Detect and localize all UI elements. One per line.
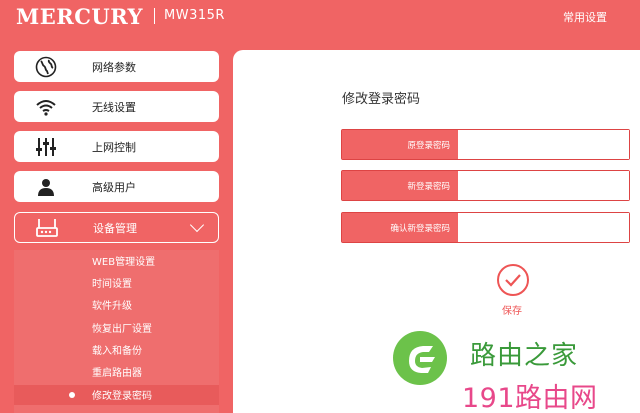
sidebar-item-network[interactable]: 网络参数 [14, 51, 219, 82]
sidebar-item-label: 网络参数 [92, 60, 136, 74]
device-management-submenu: WEB管理设置 时间设置 软件升级 恢复出厂设置 载入和备份 重启路由器 修改登… [14, 250, 219, 413]
sidebar-item-wireless[interactable]: 无线设置 [14, 91, 219, 122]
submenu-item-factory-reset[interactable]: 恢复出厂设置 [92, 320, 152, 335]
page-title: 修改登录密码 [342, 92, 421, 107]
confirm-password-input[interactable] [458, 213, 629, 242]
sidebar-item-advanced-user[interactable]: 高级用户 [14, 171, 219, 202]
wifi-icon [35, 97, 57, 117]
active-dot-icon [69, 392, 75, 398]
new-password-input[interactable] [458, 171, 629, 200]
confirm-password-label: 确认新登录密码 [342, 213, 458, 242]
brand-logo: MERCURY [16, 4, 144, 29]
sliders-icon [35, 137, 57, 157]
watermark-text-secondary: 191路由网 [462, 383, 598, 413]
sidebar-item-label: 无线设置 [92, 100, 136, 114]
save-button[interactable] [497, 264, 529, 296]
watermark-logo-icon [393, 331, 447, 385]
submenu-item-time-settings[interactable]: 时间设置 [92, 275, 132, 290]
sidebar-item-device-management[interactable]: 设备管理 [14, 212, 219, 243]
sidebar-item-access-control[interactable]: 上网控制 [14, 131, 219, 162]
submenu-item-change-password[interactable]: 修改登录密码 [92, 387, 152, 402]
confirm-password-field: 确认新登录密码 [341, 212, 630, 243]
sidebar-item-label: 设备管理 [93, 221, 137, 235]
submenu-item-firmware-upgrade[interactable]: 软件升级 [92, 297, 132, 312]
old-password-label: 原登录密码 [342, 130, 458, 159]
old-password-input[interactable] [458, 130, 629, 159]
globe-icon [35, 56, 57, 77]
common-settings-link[interactable]: 常用设置 [563, 9, 607, 25]
header-divider [154, 8, 155, 24]
checkmark-icon [505, 274, 521, 287]
watermark-text-primary: 路由之家 [470, 341, 579, 371]
user-icon [35, 177, 57, 197]
submenu-item-reboot[interactable]: 重启路由器 [92, 364, 142, 379]
router-icon [36, 218, 58, 238]
submenu-item-web-management[interactable]: WEB管理设置 [92, 253, 155, 268]
sidebar-item-label: 上网控制 [92, 140, 136, 154]
submenu-item-backup-restore[interactable]: 载入和备份 [92, 342, 142, 357]
new-password-field: 新登录密码 [341, 170, 630, 201]
chevron-down-icon [189, 217, 205, 233]
save-label[interactable]: 保存 [502, 302, 522, 317]
model-name: MW315R [164, 8, 225, 23]
sidebar-item-label: 高级用户 [92, 180, 136, 194]
old-password-field: 原登录密码 [341, 129, 630, 160]
new-password-label: 新登录密码 [342, 171, 458, 200]
